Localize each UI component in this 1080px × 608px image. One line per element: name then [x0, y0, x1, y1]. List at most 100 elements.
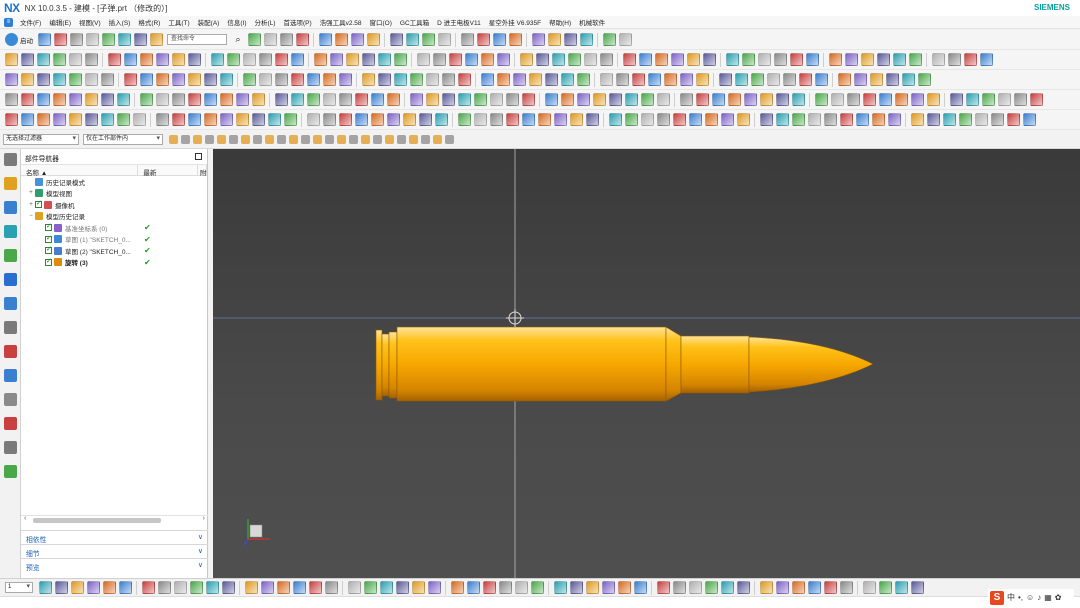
tool-icon[interactable]	[910, 113, 924, 126]
view-tool-icon[interactable]	[878, 581, 892, 594]
tool-icon[interactable]	[52, 73, 66, 86]
tool-icon[interactable]	[203, 93, 217, 106]
tool-icon[interactable]	[901, 73, 915, 86]
view-tool-icon[interactable]	[569, 581, 583, 594]
tool-icon[interactable]	[496, 53, 510, 66]
view-tool-icon[interactable]	[173, 581, 187, 594]
menu-analysis[interactable]: 分析(L)	[250, 17, 279, 27]
resource-tab-icon[interactable]	[4, 417, 17, 430]
tool-icon[interactable]	[599, 73, 613, 86]
tool-icon[interactable]	[171, 53, 185, 66]
tool-icon[interactable]	[318, 33, 332, 46]
tool-icon[interactable]	[263, 33, 277, 46]
tool-icon[interactable]	[725, 53, 739, 66]
view-tool-icon[interactable]	[553, 581, 567, 594]
tool-icon[interactable]	[187, 53, 201, 66]
tool-icon[interactable]	[766, 73, 780, 86]
tool-icon[interactable]	[473, 93, 487, 106]
view-tool-icon[interactable]	[54, 581, 68, 594]
view-tool-icon[interactable]	[221, 581, 235, 594]
tool-icon[interactable]	[425, 93, 439, 106]
tool-icon[interactable]	[473, 113, 487, 126]
tool-icon[interactable]	[418, 113, 432, 126]
tool-icon[interactable]	[871, 113, 885, 126]
tool-icon[interactable]	[537, 113, 551, 126]
tool-icon[interactable]	[171, 73, 185, 86]
tool-icon[interactable]	[69, 33, 83, 46]
tool-icon[interactable]	[798, 73, 812, 86]
tool-icon[interactable]	[496, 73, 510, 86]
resource-tab-icon[interactable]	[4, 273, 17, 286]
tool-icon[interactable]	[553, 113, 567, 126]
tool-icon[interactable]	[686, 53, 700, 66]
tool-icon[interactable]	[844, 53, 858, 66]
tool-icon[interactable]	[608, 113, 622, 126]
tool-icon[interactable]	[839, 113, 853, 126]
tool-icon[interactable]	[171, 93, 185, 106]
snap-point-icon[interactable]	[276, 135, 286, 144]
tool-icon[interactable]	[1022, 113, 1036, 126]
tool-icon[interactable]	[917, 73, 931, 86]
tool-icon[interactable]	[878, 93, 892, 106]
command-finder-input[interactable]: 查找命令	[167, 34, 227, 45]
view-tool-icon[interactable]	[292, 581, 306, 594]
view-tool-icon[interactable]	[862, 581, 876, 594]
view-tool-icon[interactable]	[411, 581, 425, 594]
view-tool-icon[interactable]	[395, 581, 409, 594]
tool-icon[interactable]	[4, 93, 18, 106]
tool-icon[interactable]	[306, 113, 320, 126]
tool-icon[interactable]	[931, 53, 945, 66]
tool-icon[interactable]	[258, 53, 272, 66]
tool-icon[interactable]	[242, 53, 256, 66]
view-tool-icon[interactable]	[70, 581, 84, 594]
snap-point-icon[interactable]	[252, 135, 262, 144]
view-tool-icon[interactable]	[688, 581, 702, 594]
tree-row[interactable]: 草图 (2) "SKETCH_0... ✔	[21, 245, 207, 257]
snap-point-icon[interactable]	[336, 135, 346, 144]
tool-icon[interactable]	[990, 113, 1004, 126]
tool-icon[interactable]	[492, 33, 506, 46]
menu-haoqiang-tools[interactable]: 浩强工具v2.58	[316, 17, 366, 27]
tool-icon[interactable]	[775, 93, 789, 106]
view-tool-icon[interactable]	[427, 581, 441, 594]
view-tool-icon[interactable]	[260, 581, 274, 594]
tool-icon[interactable]	[187, 93, 201, 106]
view-tool-icon[interactable]	[894, 581, 908, 594]
tool-icon[interactable]	[791, 113, 805, 126]
snap-point-icon[interactable]	[300, 135, 310, 144]
punctuation-icon[interactable]: •,	[1018, 593, 1023, 602]
menu-gc-toolkit[interactable]: GC工具箱	[396, 17, 433, 27]
menu-edit[interactable]: 编辑(E)	[45, 17, 75, 27]
tool-icon[interactable]	[132, 113, 146, 126]
resource-tab-icon[interactable]	[4, 177, 17, 190]
tool-icon[interactable]	[354, 93, 368, 106]
resource-tab-icon[interactable]	[4, 465, 17, 478]
menu-tools[interactable]: 工具(T)	[164, 17, 193, 27]
tool-icon[interactable]	[782, 73, 796, 86]
tool-icon[interactable]	[894, 93, 908, 106]
tool-icon[interactable]	[36, 93, 50, 106]
view-tool-icon[interactable]	[910, 581, 924, 594]
view-tool-icon[interactable]	[324, 581, 338, 594]
dependencies-section[interactable]: 相依性	[21, 530, 208, 544]
view-tool-icon[interactable]	[244, 581, 258, 594]
tool-icon[interactable]	[997, 93, 1011, 106]
snap-point-icon[interactable]	[384, 135, 394, 144]
tool-icon[interactable]	[704, 113, 718, 126]
tool-icon[interactable]	[345, 53, 359, 66]
tool-icon[interactable]	[306, 73, 320, 86]
visibility-checkbox[interactable]	[45, 222, 52, 232]
tool-icon[interactable]	[814, 93, 828, 106]
app-menu-icon[interactable]: ≡	[4, 17, 13, 27]
view-tool-icon[interactable]	[514, 581, 528, 594]
view-tool-icon[interactable]	[86, 581, 100, 594]
skin-icon[interactable]: ✿	[1055, 593, 1062, 602]
tool-icon[interactable]	[599, 53, 613, 66]
tool-icon[interactable]	[670, 53, 684, 66]
search-icon[interactable]: ⌕	[232, 33, 245, 46]
tool-icon[interactable]	[663, 73, 677, 86]
snap-point-icon[interactable]	[348, 135, 358, 144]
tool-icon[interactable]	[100, 73, 114, 86]
snap-point-icon[interactable]	[372, 135, 382, 144]
tool-icon[interactable]	[887, 113, 901, 126]
